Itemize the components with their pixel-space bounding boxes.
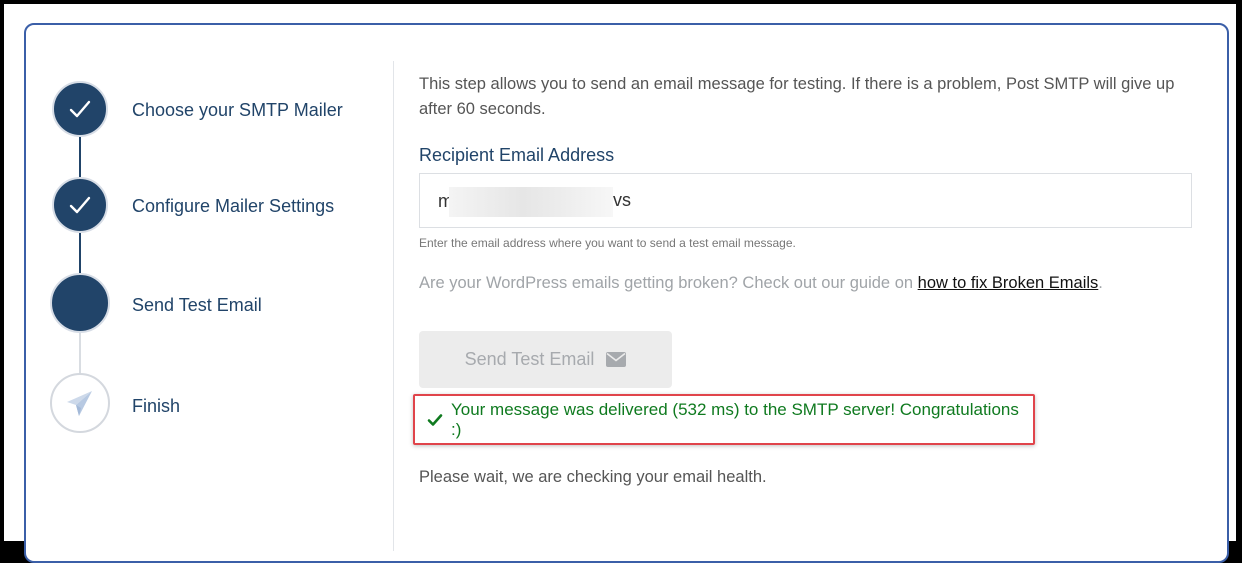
recipient-email-value-end: vs [613, 190, 631, 210]
step-4-indicator [50, 373, 110, 433]
success-message: Your message was delivered (532 ms) to t… [413, 394, 1035, 445]
check-icon [69, 100, 91, 118]
broken-emails-trailing: . [1098, 274, 1103, 292]
check-icon [69, 196, 91, 214]
fix-broken-emails-link[interactable]: how to fix Broken Emails [918, 274, 1099, 292]
send-test-email-button[interactable]: Send Test Email [419, 331, 672, 388]
recipient-label: Recipient Email Address [419, 145, 615, 165]
step-3-indicator [50, 273, 110, 333]
step-1-indicator [52, 81, 108, 137]
intro-text: This step allows you to send an email me… [419, 75, 1175, 118]
redacted-text [449, 187, 613, 217]
step-4-label: Finish [132, 396, 181, 416]
broken-emails-notice: Are your WordPress emails getting broken… [419, 274, 1103, 293]
success-message-text: Your message was delivered (532 ms) to t… [450, 399, 1019, 439]
recipient-help-text: Enter the email address where you want t… [419, 236, 796, 250]
check-icon [427, 413, 443, 426]
step-2-label: Configure Mailer Settings [132, 196, 335, 216]
email-health-status: Please wait, we are checking your email … [419, 468, 767, 486]
step-connector [79, 333, 81, 375]
step-connector [79, 137, 81, 177]
step-connector [79, 233, 81, 273]
screenshot-frame: Choose your SMTP Mailer Configure Mailer… [4, 4, 1236, 563]
broken-emails-text: Are your WordPress emails getting broken… [419, 274, 918, 292]
step-2-indicator [52, 177, 108, 233]
step-1-label: Choose your SMTP Mailer [132, 100, 343, 120]
panel-divider [393, 61, 394, 551]
paper-plane-icon [67, 391, 92, 416]
step-3-label: Send Test Email [132, 295, 262, 315]
envelope-icon [606, 352, 627, 367]
send-test-email-label: Send Test Email [464, 349, 595, 369]
